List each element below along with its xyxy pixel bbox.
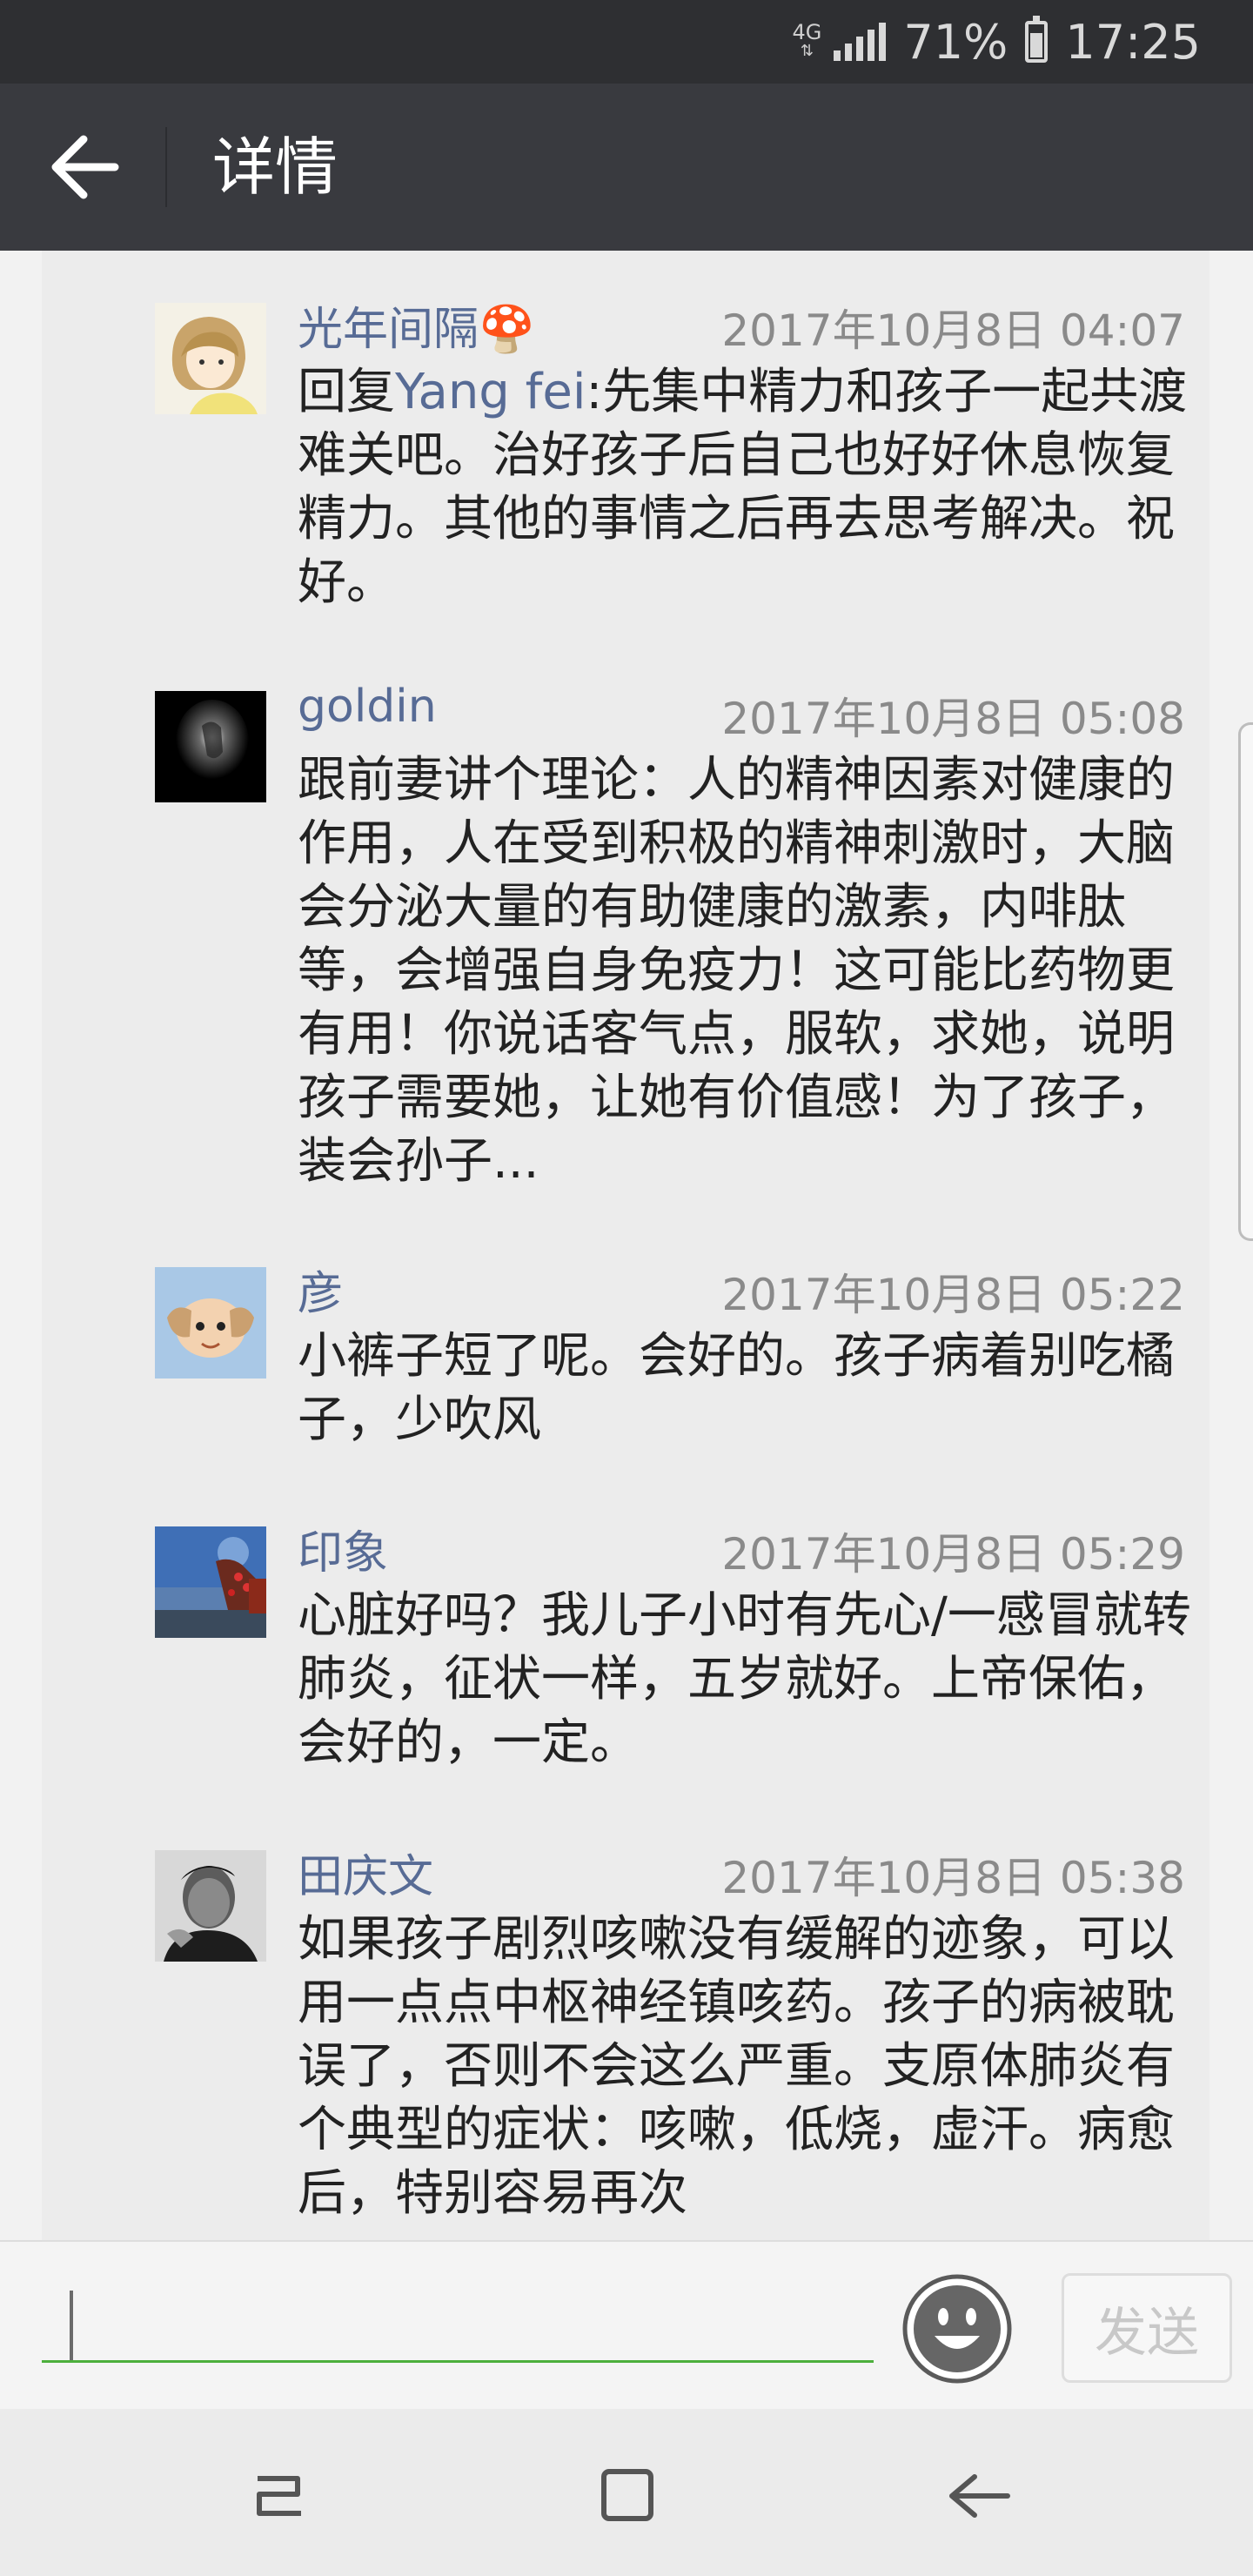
comment-item[interactable]: 印象 2017年10月8日 05:29 心脏好吗？我儿子小时有先心/一感冒就转肺… bbox=[42, 1474, 1209, 1800]
comment-time: 2017年10月8日 05:29 bbox=[721, 1529, 1185, 1580]
comment-item[interactable]: 田庆文 2017年10月8日 05:38 如果孩子剧烈咳嗽没有缓解的迹象，可以用… bbox=[42, 1798, 1209, 2240]
title-bar: 详情 bbox=[0, 84, 1253, 251]
reply-input-bar: 发送 bbox=[0, 2240, 1253, 2411]
comment-header: 光年间隔🍄 2017年10月8日 04:07 bbox=[298, 292, 1185, 356]
cartoon-character-avatar[interactable] bbox=[155, 1267, 266, 1379]
comment-text: 小裤子短了呢。会好的。孩子病着别吃橘子，少吹风 bbox=[298, 1328, 1175, 1448]
recent-apps-icon bbox=[257, 2476, 301, 2516]
comment-list[interactable]: 光年间隔🍄 2017年10月8日 04:07 回复Yang fei:先集中精力和… bbox=[42, 251, 1209, 2240]
home-button[interactable] bbox=[583, 2452, 670, 2539]
reply-target-link[interactable]: Yang fei bbox=[395, 364, 586, 420]
comment-text: 心脏好吗？我儿子小时有先心/一感冒就转肺炎，征状一样，五岁就好。上帝保佑，会好的… bbox=[298, 1587, 1191, 1771]
dark-hand-avatar[interactable] bbox=[155, 691, 266, 802]
comment-header: 彦 2017年10月8日 05:22 bbox=[298, 1257, 1185, 1320]
clock: 17:25 bbox=[1065, 14, 1201, 70]
comment-time: 2017年10月8日 05:38 bbox=[721, 1853, 1185, 1903]
smiley-icon bbox=[902, 2274, 1012, 2384]
network-type: 4G bbox=[792, 20, 822, 44]
comment-item[interactable]: 彦 2017年10月8日 05:22 小裤子短了呢。会好的。孩子病着别吃橘子，少… bbox=[42, 1215, 1209, 1476]
comment-time: 2017年10月8日 05:08 bbox=[721, 694, 1185, 744]
comment-author[interactable]: goldin bbox=[298, 681, 437, 733]
comment-author[interactable]: 田庆文 bbox=[298, 1840, 433, 1905]
title-divider bbox=[165, 127, 167, 207]
back-button[interactable] bbox=[50, 134, 120, 200]
recent-apps-button[interactable] bbox=[235, 2452, 322, 2539]
back-arrow-icon bbox=[51, 135, 119, 199]
comment-header: 田庆文 2017年10月8日 05:38 bbox=[298, 1840, 1185, 1903]
signal-icon bbox=[834, 23, 887, 61]
text-caret bbox=[70, 2291, 73, 2360]
data-arrows-icon: ⇅ bbox=[800, 42, 814, 60]
comment-header: goldin 2017年10月8日 05:08 bbox=[298, 681, 1185, 744]
battery-icon bbox=[1025, 16, 1049, 63]
landscape-avatar[interactable] bbox=[155, 1526, 266, 1638]
battery-percent: 71% bbox=[903, 14, 1008, 70]
cartoon-girl-avatar[interactable] bbox=[155, 303, 266, 414]
comment-item[interactable]: goldin 2017年10月8日 05:08 跟前妻讲个理论：人的精神因素对健… bbox=[42, 639, 1209, 1213]
reply-prefix: 回复 bbox=[298, 364, 395, 420]
page-title: 详情 bbox=[212, 131, 338, 204]
comment-item[interactable]: 光年间隔🍄 2017年10月8日 04:07 回复Yang fei:先集中精力和… bbox=[42, 251, 1209, 634]
comment-time: 2017年10月8日 05:22 bbox=[721, 1270, 1185, 1320]
comment-author[interactable]: 光年间隔🍄 bbox=[298, 292, 535, 358]
emoji-button[interactable] bbox=[901, 2273, 1013, 2385]
comment-text: 如果孩子剧烈咳嗽没有缓解的迹象，可以用一点点中枢神经镇咳药。孩子的病被耽误了，否… bbox=[298, 1911, 1175, 2222]
system-back-button[interactable] bbox=[933, 2452, 1020, 2539]
status-bar: 4G ⇅ 71% 17:25 bbox=[0, 0, 1253, 84]
comment-author[interactable]: 彦 bbox=[298, 1257, 343, 1322]
comment-author[interactable]: 印象 bbox=[298, 1516, 388, 1581]
home-icon bbox=[601, 2469, 653, 2521]
reply-input[interactable] bbox=[42, 2277, 874, 2363]
man-portrait-avatar[interactable] bbox=[155, 1850, 266, 1962]
comment-text: 回复Yang fei:先集中精力和孩子一起共渡难关吧。治好孩子后自己也好好休息恢… bbox=[298, 360, 1209, 614]
send-button[interactable]: 发送 bbox=[1062, 2273, 1232, 2383]
comment-header: 印象 2017年10月8日 05:29 bbox=[298, 1516, 1185, 1580]
side-scroll-handle[interactable] bbox=[1238, 722, 1253, 1241]
system-nav-bar bbox=[0, 2409, 1253, 2576]
back-icon bbox=[949, 2474, 1010, 2518]
comment-time: 2017年10月8日 04:07 bbox=[721, 305, 1185, 356]
comment-text: 跟前妻讲个理论：人的精神因素对健康的作用，人在受到积极的精神刺激时，大脑会分泌大… bbox=[298, 752, 1175, 1190]
status-indicators: 4G ⇅ 71% 17:25 bbox=[792, 0, 1201, 84]
network-indicator: 4G ⇅ bbox=[792, 20, 822, 61]
